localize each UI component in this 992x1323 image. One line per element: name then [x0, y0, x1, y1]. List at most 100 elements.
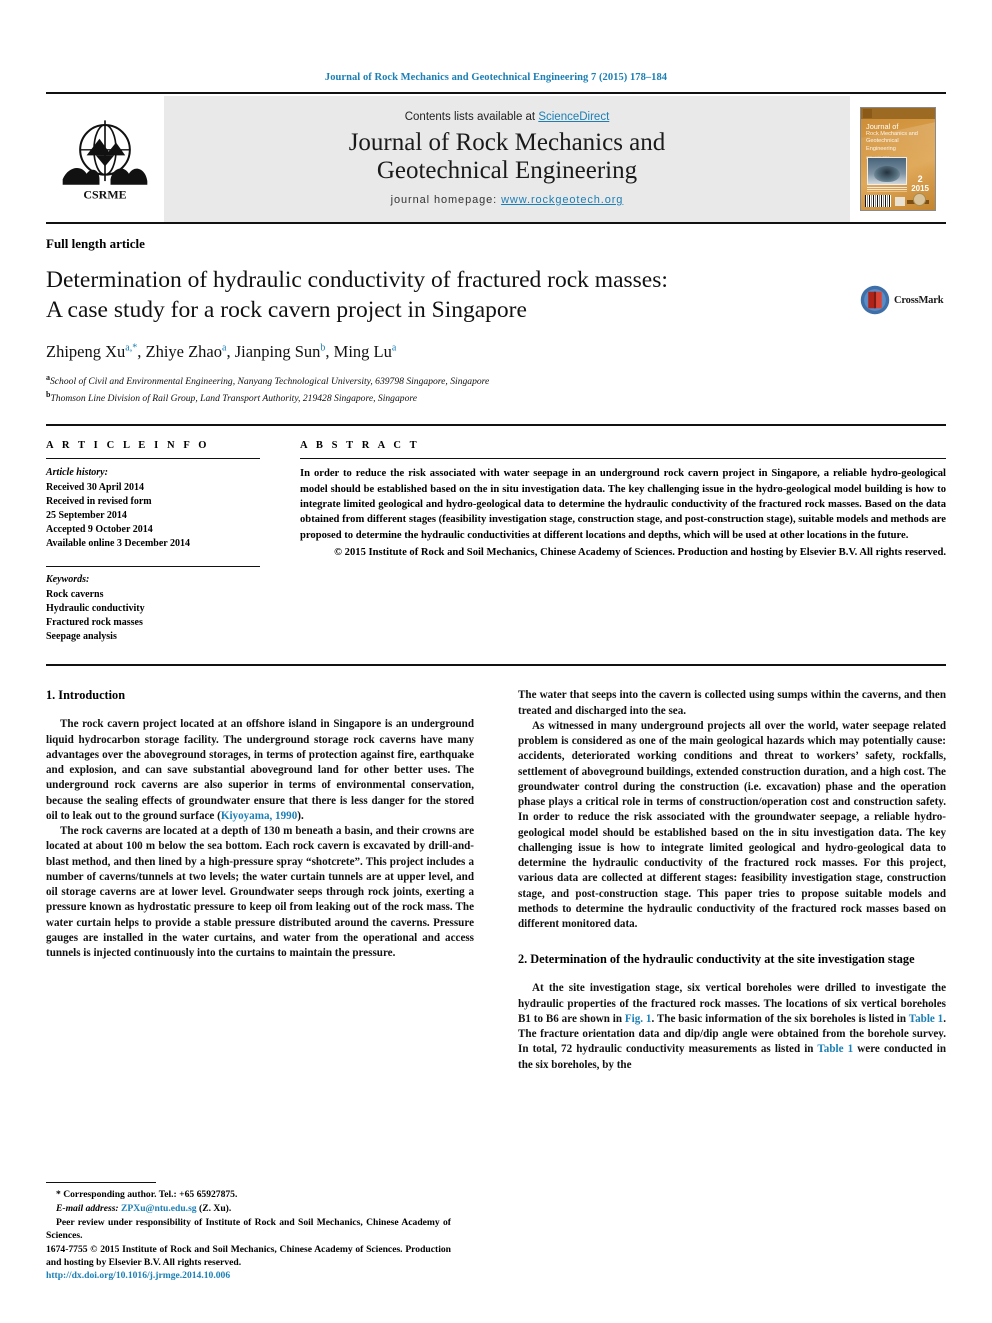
- abstract-heading: A B S T R A C T: [300, 440, 420, 452]
- crossmark-icon: [860, 285, 890, 315]
- keywords-rule: [46, 566, 260, 568]
- crossmark-label: CrossMark: [894, 294, 944, 306]
- article-type: Full length article: [46, 236, 145, 251]
- abstract-text: In order to reduce the risk associated w…: [300, 468, 946, 541]
- journal-title-line1: Journal of Rock Mechanics and: [348, 128, 666, 156]
- running-head: Journal of Rock Mechanics and Geotechnic…: [324, 72, 668, 83]
- article-page: Journal of Rock Mechanics and Geotechnic…: [0, 0, 992, 1323]
- contents-line: Contents lists available at ScienceDirec…: [405, 111, 610, 123]
- affiliation-b-text: Thomson Line Division of Rail Group, Lan…: [50, 393, 417, 405]
- cover-image: Journal of Rock Mechanics and Geotechnic…: [860, 107, 936, 211]
- keyword-item: Hydraulic conductivity: [46, 602, 145, 614]
- author-list: Zhipeng Xua,*, Zhiye Zhaoa, Jianping Sun…: [46, 342, 397, 362]
- cover-photo: [867, 157, 907, 185]
- figure-link[interactable]: Fig. 1: [625, 1013, 652, 1025]
- abstract-copyright: © 2015 Institute of Rock and Soil Mechan…: [334, 547, 946, 559]
- cover-line3: Geotechnical: [866, 138, 899, 145]
- cover-titles: Journal of Rock Mechanics and Geotechnic…: [866, 122, 931, 160]
- cover-line4: Engineering: [866, 145, 896, 152]
- sciencedirect-link[interactable]: ScienceDirect: [538, 111, 609, 123]
- footnote-block: * Corresponding author. Tel.: +65 659278…: [46, 1182, 451, 1281]
- paragraph: The rock cavern project located at an of…: [46, 717, 474, 824]
- keywords-label: Keywords:: [46, 574, 90, 586]
- corresponding-author-text: * Corresponding author. Tel.: +65 659278…: [56, 1189, 238, 1201]
- history-item: 25 September 2014: [46, 509, 127, 521]
- journal-title: Journal of Rock Mechanics and Geotechnic…: [349, 129, 666, 185]
- citation-link[interactable]: Kiyoyama, 1990: [221, 810, 297, 822]
- csrme-logo: CSRME: [46, 96, 164, 222]
- contents-prefix: Contents lists available at: [404, 110, 539, 123]
- table-link[interactable]: Table 1: [817, 1043, 853, 1055]
- paragraph-text: The rock cavern project located at an of…: [46, 718, 474, 822]
- section-heading-site-investigation: 2. Determination of the hydraulic conduc…: [518, 952, 915, 967]
- abstract-rule: [300, 458, 946, 460]
- body-left-column: 1. Introduction The rock cavern project …: [46, 688, 496, 1072]
- journal-cover-thumbnail: Journal of Rock Mechanics and Geotechnic…: [850, 96, 946, 222]
- masthead-center: Contents lists available at ScienceDirec…: [164, 96, 850, 222]
- title-line2: A case study for a rock cavern project i…: [46, 297, 527, 324]
- body-columns: 1. Introduction The rock cavern project …: [46, 688, 946, 1072]
- peer-review-text: Peer review under responsibility of Inst…: [46, 1216, 451, 1242]
- homepage-label: journal homepage:: [390, 193, 502, 206]
- affiliations: aSchool of Civil and Environmental Engin…: [46, 372, 860, 406]
- paragraph-text: . The basic information of the six boreh…: [651, 1012, 909, 1025]
- article-info-heading: A R T I C L E I N F O: [46, 440, 210, 452]
- article-history-label: Article history:: [46, 467, 108, 479]
- email-line: E-mail address: ZPXu@ntu.edu.sg (Z. Xu).: [46, 1202, 451, 1216]
- info-abstract-block: A R T I C L E I N F O Article history: R…: [46, 440, 946, 644]
- article-info-column: A R T I C L E I N F O Article history: R…: [46, 440, 286, 644]
- footnote-rule: [46, 1182, 156, 1184]
- affiliation-a-text: School of Civil and Environmental Engine…: [50, 376, 490, 388]
- keyword-item: Rock caverns: [46, 588, 104, 600]
- section-heading-introduction: 1. Introduction: [46, 688, 126, 703]
- journal-title-line2: Geotechnical Engineering: [376, 156, 638, 184]
- page-title: Determination of hydraulic conductivity …: [46, 265, 860, 325]
- email-label: E-mail address:: [56, 1202, 122, 1214]
- keyword-item: Fractured rock masses: [46, 617, 143, 629]
- paragraph-text-tail: ).: [297, 809, 304, 822]
- masthead-rule: [46, 222, 946, 224]
- keyword-item: Seepage analysis: [46, 631, 117, 643]
- crossmark-badge[interactable]: CrossMark: [860, 265, 946, 315]
- top-rule: [46, 92, 946, 94]
- history-item: Received 30 April 2014: [46, 481, 145, 493]
- cover-caption-lines: [867, 187, 907, 192]
- cover-year: 2015: [911, 183, 929, 193]
- doi-link[interactable]: http://dx.doi.org/10.1016/j.jrmge.2014.1…: [46, 1270, 451, 1281]
- body-right-column: The water that seeps into the cavern is …: [496, 688, 946, 1072]
- email-link[interactable]: ZPXu@ntu.edu.sg: [121, 1203, 197, 1214]
- history-item: Available online 3 December 2014: [46, 538, 191, 550]
- journal-homepage: journal homepage: www.rockgeotech.org: [391, 194, 624, 206]
- article-history: Article history: Received 30 April 2014 …: [46, 466, 260, 551]
- cover-emblem: [913, 193, 926, 206]
- article-info-rule: [46, 458, 260, 460]
- table-link[interactable]: Table 1: [909, 1013, 944, 1025]
- title-block: Determination of hydraulic conductivity …: [46, 265, 860, 406]
- cover-line2: Rock Mechanics and: [866, 131, 918, 137]
- cover-line1: Journal of: [866, 122, 899, 131]
- paragraph: The rock caverns are located at a depth …: [46, 825, 474, 960]
- cover-volume-block: 2 2015: [911, 174, 929, 193]
- cover-barcode: [865, 195, 891, 207]
- footnote-corresponding: * Corresponding author. Tel.: +65 659278…: [46, 1188, 451, 1242]
- info-top-rule: [46, 424, 946, 427]
- body-top-rule: [46, 664, 946, 667]
- keywords-block: Keywords: Rock caverns Hydraulic conduct…: [46, 573, 260, 644]
- affiliation-a: aSchool of Civil and Environmental Engin…: [46, 373, 490, 388]
- title-row: Determination of hydraulic conductivity …: [46, 265, 946, 406]
- affiliation-b: bThomson Line Division of Rail Group, La…: [46, 390, 417, 405]
- cover-topbar: [861, 108, 935, 119]
- email-suffix: (Z. Xu).: [196, 1202, 232, 1214]
- title-line1: Determination of hydraulic conductivity …: [46, 267, 668, 293]
- cover-elsevier-mark: [895, 197, 905, 206]
- footnote-issn: 1674-7755 © 2015 Institute of Rock and S…: [46, 1243, 451, 1269]
- abstract-column: A B S T R A C T In order to reduce the r…: [286, 440, 946, 644]
- history-item: Accepted 9 October 2014: [46, 524, 153, 536]
- paragraph: The water that seeps into the cavern is …: [518, 689, 946, 717]
- paragraph: As witnessed in many underground project…: [518, 719, 946, 931]
- paragraph: At the site investigation stage, six ver…: [518, 981, 946, 1073]
- journal-masthead: CSRME Contents lists available at Scienc…: [46, 96, 946, 222]
- svg-text:CSRME: CSRME: [83, 188, 126, 202]
- homepage-link[interactable]: www.rockgeotech.org: [501, 194, 623, 206]
